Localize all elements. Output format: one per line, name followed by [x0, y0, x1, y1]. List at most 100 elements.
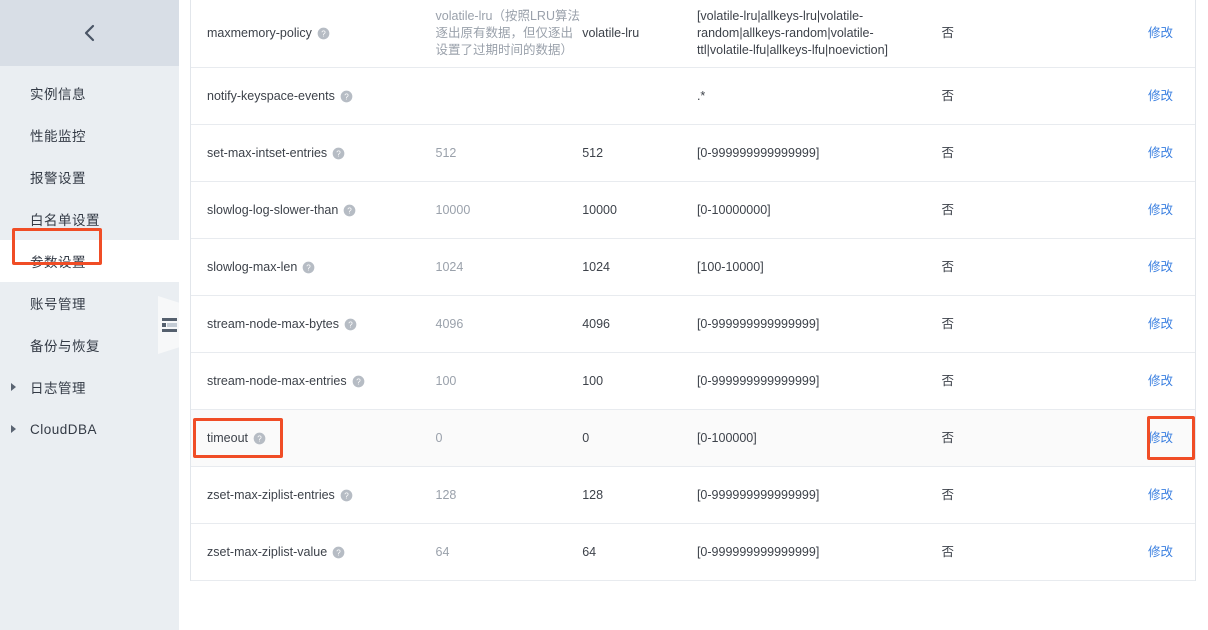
cell-action: 修改 [1096, 251, 1195, 284]
svg-text:?: ? [336, 149, 341, 158]
svg-text:?: ? [336, 548, 341, 557]
svg-text:?: ? [344, 92, 349, 101]
cell-parameter-name: timeout? [191, 422, 436, 455]
cell-restart-required: 否 [941, 316, 954, 331]
sidebar-nav: 实例信息性能监控报警设置白名单设置参数设置账号管理备份与恢复日志管理 CloudD… [0, 66, 179, 450]
sidebar-item-7[interactable]: 日志管理 [0, 366, 179, 408]
cell-value-range: [0-999999999999999] [696, 145, 820, 160]
table-row: maxmemory-policy? volatile-lru（按照LRU算法逐出原… [191, 0, 1195, 68]
help-circle-icon[interactable]: ? [302, 261, 315, 274]
svg-text:?: ? [257, 434, 262, 443]
sidebar-item-label: 参数设置 [30, 255, 86, 270]
help-circle-icon[interactable]: ? [340, 489, 353, 502]
cell-current-value: 10000 [582, 202, 617, 217]
sidebar-item-5[interactable]: 账号管理 [0, 282, 179, 324]
parameter-name-text: slowlog-max-len [207, 259, 298, 274]
modify-button[interactable]: 修改 [1148, 203, 1173, 217]
parameter-name-text: zset-max-ziplist-entries [207, 487, 335, 502]
table-row: timeout? 0 0 [0-100000] 否修改 [191, 410, 1195, 467]
cell-value-range: [0-10000000] [696, 202, 771, 217]
help-circle-icon[interactable]: ? [344, 318, 357, 331]
cell-current-value: 0 [582, 430, 590, 445]
help-circle-icon[interactable]: ? [332, 546, 345, 559]
sidebar-header [0, 0, 179, 66]
sidebar-item-8[interactable]: CloudDBA [0, 408, 179, 450]
sidebar-item-2[interactable]: 报警设置 [0, 156, 179, 198]
cell-parameter-name: maxmemory-policy? [191, 17, 436, 50]
cell-value-range: [0-999999999999999] [696, 316, 820, 331]
modify-button[interactable]: 修改 [1148, 545, 1173, 559]
parameter-name-text: zset-max-ziplist-value [207, 544, 328, 559]
help-circle-icon[interactable]: ? [340, 90, 353, 103]
parameter-name-text: stream-node-max-entries [207, 373, 347, 388]
cell-parameter-name: set-max-intset-entries? [191, 137, 436, 170]
parameter-name-text: timeout [207, 430, 248, 445]
modify-button[interactable]: 修改 [1148, 146, 1173, 160]
sidebar-item-label: 白名单设置 [30, 213, 100, 228]
help-circle-icon[interactable]: ? [343, 204, 356, 217]
cell-default-value: 64 [435, 544, 450, 559]
cell-value-range: [0-100000] [696, 430, 757, 445]
table-row: slowlog-log-slower-than? 10000 10000 [0-100… [191, 182, 1195, 239]
table-row: notify-keyspace-events? .* 否 修改 [191, 68, 1195, 125]
cell-value-range: [100-10000] [696, 259, 764, 274]
cell-action: 修改 [1096, 17, 1195, 50]
help-circle-icon[interactable]: ? [332, 147, 345, 160]
cell-default-value: 4096 [435, 316, 464, 331]
parameter-name-text: set-max-intset-entries [207, 145, 328, 160]
sidebar-item-4[interactable]: 参数设置 [0, 240, 179, 282]
chevron-right-icon [11, 425, 16, 433]
sidebar-item-1[interactable]: 性能监控 [0, 114, 179, 156]
sidebar-item-label: 报警设置 [30, 171, 86, 186]
modify-button[interactable]: 修改 [1148, 431, 1173, 445]
parameter-name-text: maxmemory-policy [207, 26, 312, 40]
cell-restart-required: 否 [941, 544, 954, 559]
sidebar-item-label: 备份与恢复 [30, 339, 100, 354]
cell-current-value: 64 [582, 544, 597, 559]
cell-default-value: 100 [435, 373, 457, 388]
cell-value-range: [0-999999999999999] [696, 487, 820, 502]
sidebar-item-label: 账号管理 [30, 297, 86, 312]
cell-restart-required: 否 [941, 26, 954, 40]
svg-text:?: ? [356, 377, 361, 386]
cell-value-range: [0-999999999999999] [696, 544, 820, 559]
cell-default-value: 1024 [435, 259, 464, 274]
sidebar-collapse-handle[interactable] [158, 296, 180, 354]
modify-button[interactable]: 修改 [1148, 374, 1173, 388]
table-row: stream-node-max-entries? 100 100 [0-9999999… [191, 353, 1195, 410]
cell-default-value: 512 [435, 145, 457, 160]
sidebar-item-label: CloudDBA [30, 421, 98, 437]
modify-button[interactable]: 修改 [1148, 260, 1173, 274]
cell-current-value: volatile-lru [582, 26, 640, 40]
cell-parameter-name: stream-node-max-entries? [191, 365, 436, 398]
help-circle-icon[interactable]: ? [317, 27, 330, 40]
parameter-name-text: notify-keyspace-events [207, 88, 335, 103]
modify-button[interactable]: 修改 [1148, 26, 1173, 40]
cell-restart-required: 否 [941, 373, 954, 388]
cell-value-range: .* [696, 88, 706, 103]
help-circle-icon[interactable]: ? [352, 375, 365, 388]
table-row: stream-node-max-bytes? 4096 4096 [0-9999999… [191, 296, 1195, 353]
svg-text:?: ? [307, 263, 312, 272]
cell-parameter-name: slowlog-max-len? [191, 251, 436, 284]
sidebar-item-label: 性能监控 [30, 129, 86, 144]
sidebar-item-0[interactable]: 实例信息 [0, 72, 179, 114]
cell-restart-required: 否 [941, 430, 954, 445]
cell-current-value: 100 [582, 373, 604, 388]
sidebar-item-label: 实例信息 [30, 87, 86, 102]
cell-parameter-name: notify-keyspace-events? [191, 80, 436, 113]
help-circle-icon[interactable]: ? [253, 432, 266, 445]
cell-action: 修改 [1096, 422, 1195, 455]
modify-button[interactable]: 修改 [1148, 488, 1173, 502]
cell-current-value: 4096 [582, 316, 611, 331]
cell-action: 修改 [1096, 194, 1195, 227]
cell-parameter-name: stream-node-max-bytes? [191, 308, 436, 341]
sidebar-item-6[interactable]: 备份与恢复 [0, 324, 179, 366]
parameter-name-text: slowlog-log-slower-than [207, 202, 339, 217]
modify-button[interactable]: 修改 [1148, 89, 1173, 103]
parameter-name-text: stream-node-max-bytes [207, 316, 339, 331]
cell-current-value: 512 [582, 145, 604, 160]
sidebar-item-3[interactable]: 白名单设置 [0, 198, 179, 240]
modify-button[interactable]: 修改 [1148, 317, 1173, 331]
chevron-left-icon[interactable] [78, 21, 102, 45]
